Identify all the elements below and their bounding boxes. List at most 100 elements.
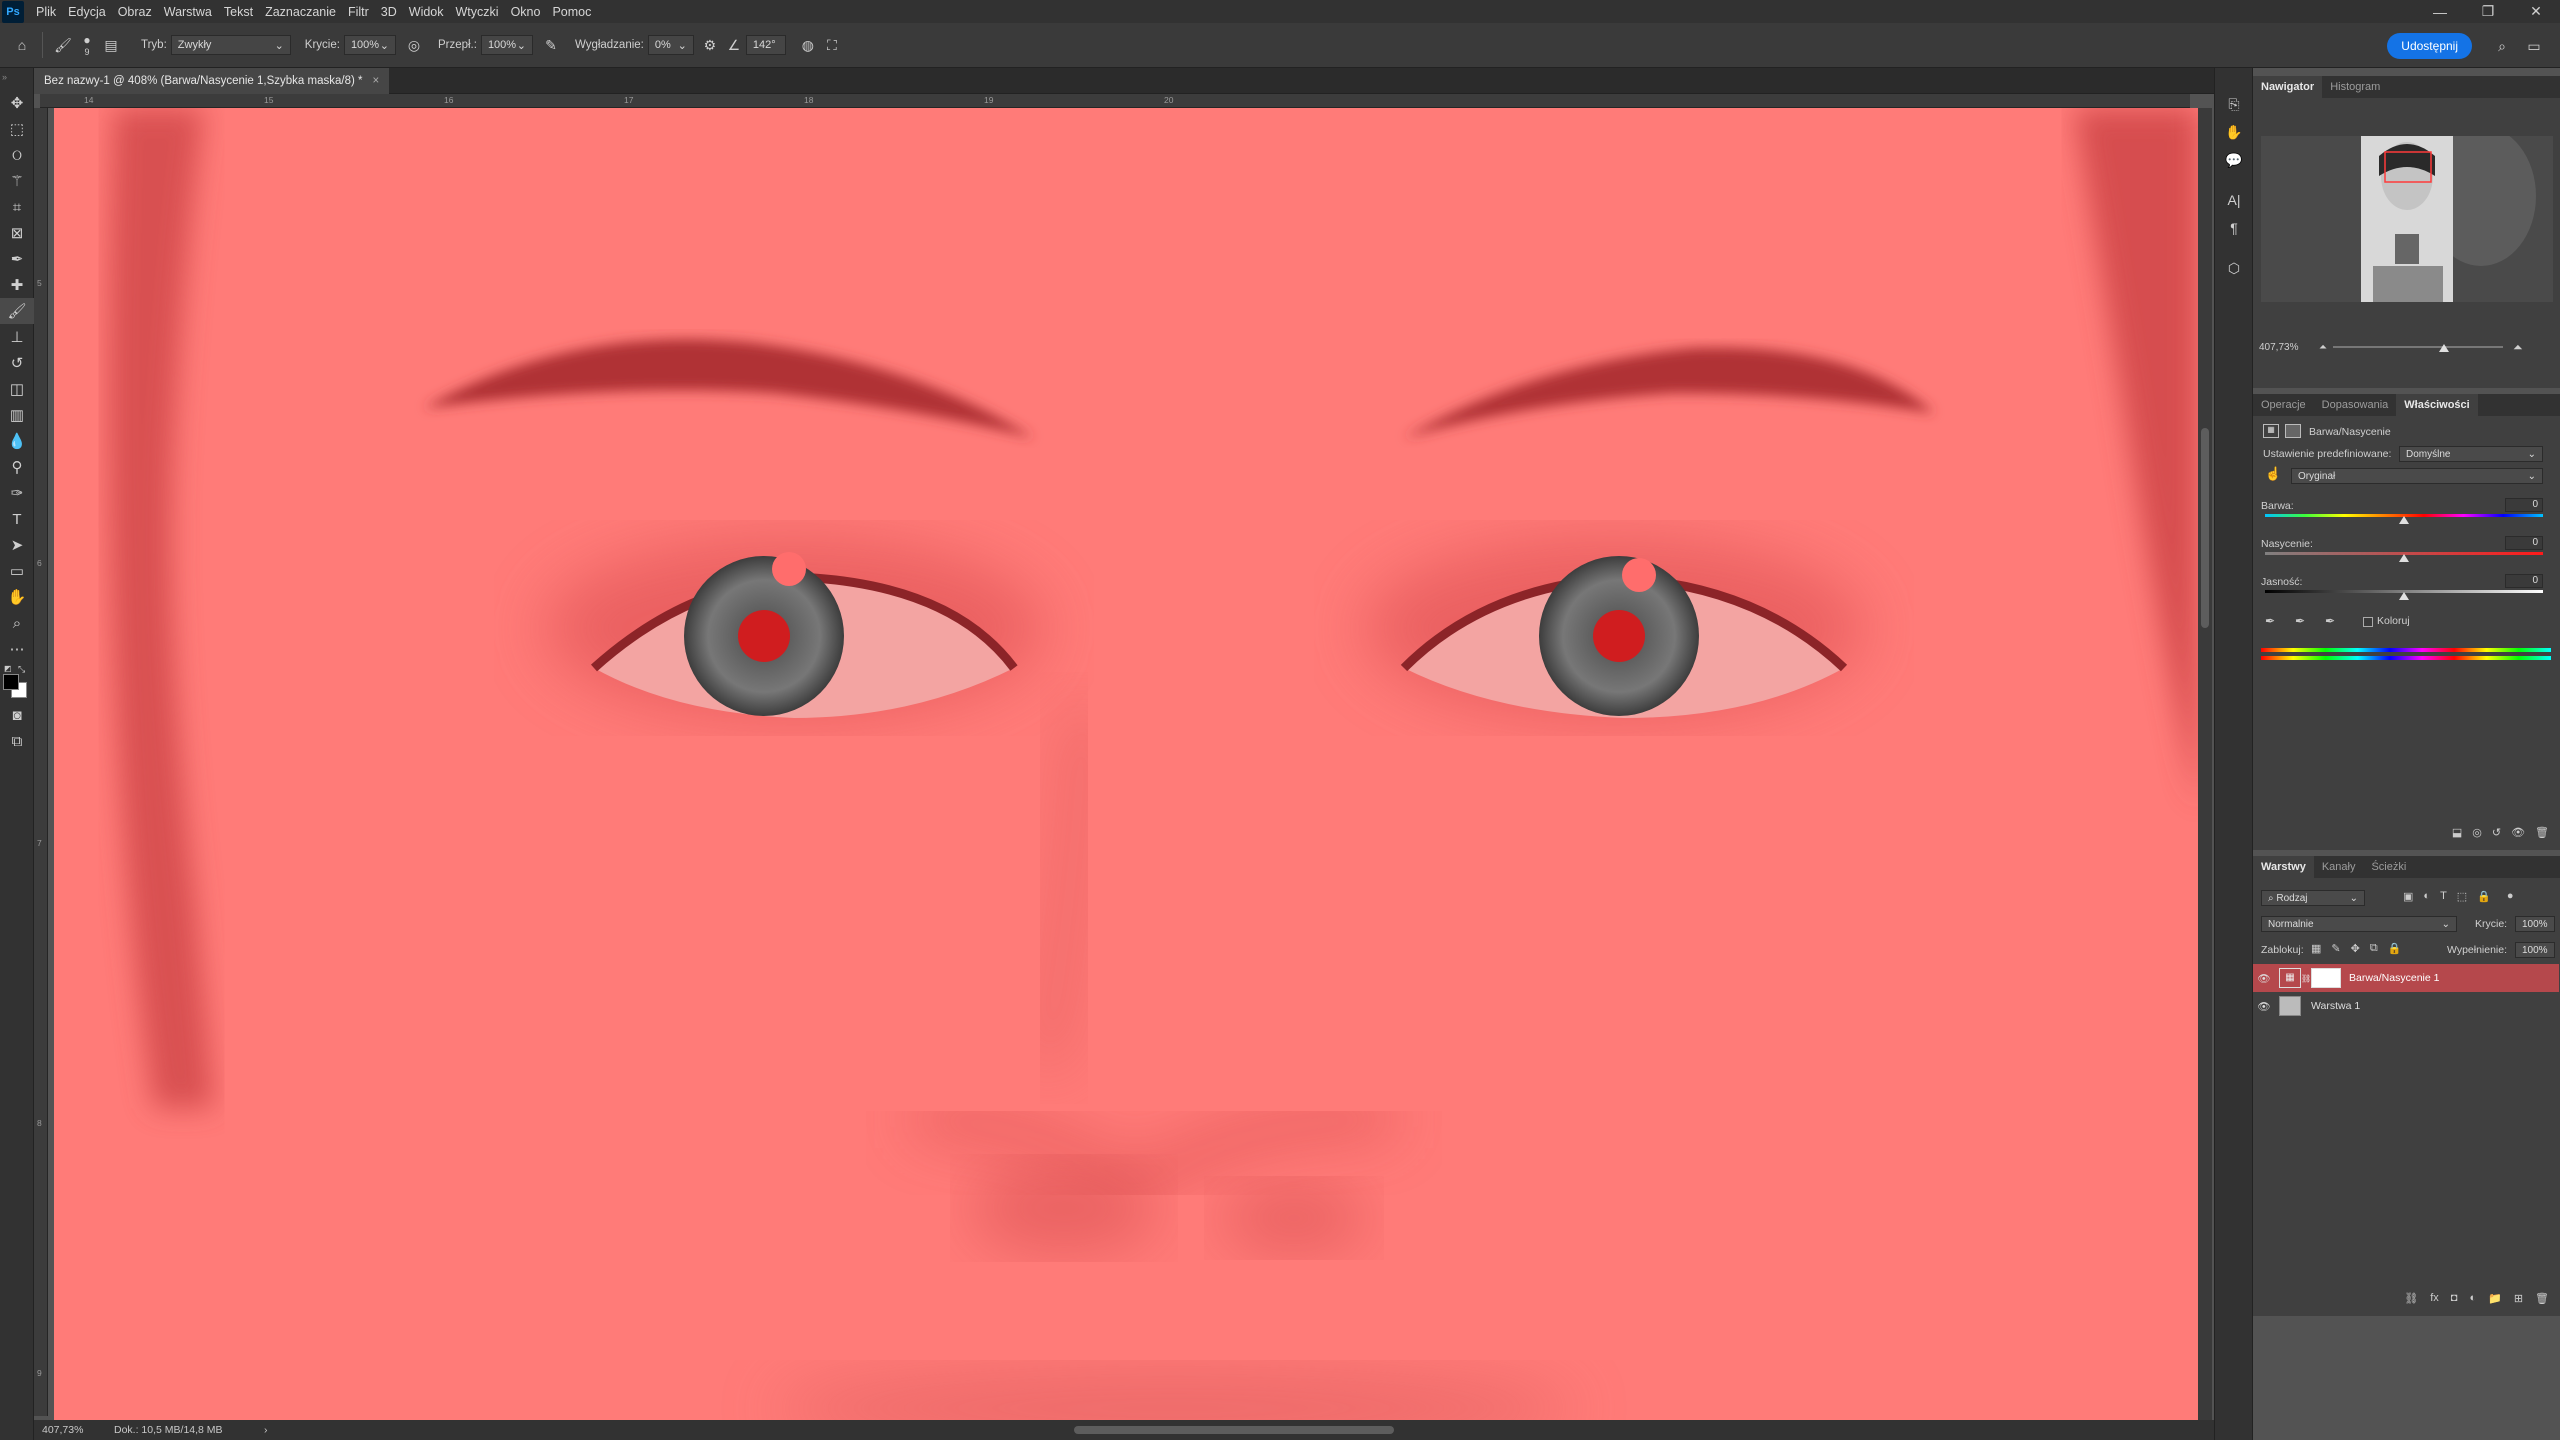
learn-panel-icon[interactable]: ✋ bbox=[2215, 118, 2253, 146]
more-tools-icon[interactable]: ⋯ bbox=[0, 636, 34, 662]
channel-select[interactable]: Oryginał ⌄ bbox=[2291, 468, 2543, 484]
color-swatches[interactable]: ◩ ⤡ bbox=[0, 662, 33, 702]
paragraph-panel-icon[interactable]: ¶ bbox=[2215, 214, 2253, 242]
angle-field[interactable]: 142° bbox=[745, 35, 786, 55]
targeted-adjustment-hand-icon[interactable]: ☝ bbox=[2265, 466, 2281, 482]
path-selection-tool-icon[interactable]: ➤ bbox=[0, 532, 34, 558]
eyedropper-plus-icon[interactable]: ✒ bbox=[2295, 614, 2305, 628]
character-panel-icon[interactable]: A| bbox=[2215, 186, 2253, 214]
move-tool-icon[interactable]: ✥ bbox=[0, 90, 34, 116]
lock-all-icon[interactable]: 🔒 bbox=[2388, 942, 2402, 955]
mode-select[interactable]: Zwykły ⌄ bbox=[170, 35, 291, 55]
lock-pixels-icon[interactable]: ✎ bbox=[2331, 942, 2340, 955]
default-colors-icon[interactable]: ◩ bbox=[4, 664, 12, 673]
tab-actions[interactable]: Operacje bbox=[2253, 394, 2314, 416]
zoom-out-icon[interactable]: ⏶ bbox=[2319, 342, 2327, 353]
filter-type-icon[interactable]: T bbox=[2440, 890, 2447, 903]
preset-select[interactable]: Domyślne ⌄ bbox=[2399, 446, 2543, 462]
delete-layer-icon[interactable]: 🗑 bbox=[2535, 1292, 2549, 1314]
tab-properties[interactable]: Właściwości bbox=[2396, 394, 2478, 416]
navigator-zoom-value[interactable]: 407,73% bbox=[2259, 342, 2319, 353]
menu-item-5[interactable]: Zaznaczanie bbox=[259, 5, 342, 19]
brush-settings-icon[interactable]: ▤ bbox=[99, 33, 123, 57]
filter-shape-icon[interactable]: ⬚ bbox=[2457, 890, 2467, 903]
minimize-icon[interactable]: — bbox=[2416, 0, 2464, 23]
layer-visibility-eye-icon[interactable]: 👁 bbox=[2253, 972, 2275, 985]
layer-name[interactable]: Barwa/Nasycenie 1 bbox=[2349, 972, 2439, 984]
blend-mode-select[interactable]: Normalnie ⌄ bbox=[2261, 916, 2457, 932]
toolbar-collapse-icon[interactable]: » bbox=[0, 68, 33, 90]
tab-histogram[interactable]: Histogram bbox=[2322, 76, 2388, 98]
hue-slider-thumb[interactable] bbox=[2399, 516, 2409, 524]
share-button[interactable]: Udostępnij bbox=[2387, 33, 2472, 59]
quick-mask-icon[interactable]: ◙ bbox=[0, 702, 34, 728]
menu-item-2[interactable]: Obraz bbox=[112, 5, 158, 19]
lock-artboard-icon[interactable]: ⧉ bbox=[2370, 942, 2378, 955]
eraser-tool-icon[interactable]: ◫ bbox=[0, 376, 34, 402]
menu-item-3[interactable]: Warstwa bbox=[158, 5, 218, 19]
layer-row-layer-1[interactable]: 👁 Warstwa 1 bbox=[2253, 992, 2559, 1020]
layer-visibility-eye-icon[interactable]: 👁 bbox=[2253, 1000, 2275, 1013]
brush-preset-picker[interactable]: ● 9 bbox=[75, 33, 99, 57]
swap-colors-icon[interactable]: ⤡ bbox=[18, 664, 25, 675]
crop-tool-icon[interactable]: ⌗ bbox=[0, 194, 34, 220]
pressure-size-icon[interactable]: ◍ bbox=[796, 33, 820, 57]
menu-item-8[interactable]: Widok bbox=[403, 5, 450, 19]
workspace-icon[interactable]: ▭ bbox=[2522, 34, 2546, 58]
opacity-field[interactable]: 100% ⌄ bbox=[343, 35, 396, 55]
foreground-color-swatch[interactable] bbox=[3, 674, 19, 690]
saturation-slider-thumb[interactable] bbox=[2399, 554, 2409, 562]
zoom-tool-icon[interactable]: ⌕ bbox=[0, 610, 34, 636]
frame-tool-icon[interactable]: ⊠ bbox=[0, 220, 34, 246]
restore-icon[interactable]: ❐ bbox=[2464, 0, 2512, 23]
eyedropper-icon[interactable]: ✒ bbox=[2265, 614, 2275, 628]
brush-tool-icon[interactable]: 🖌 bbox=[51, 33, 75, 57]
clip-to-layer-icon[interactable]: ⬓ bbox=[2452, 826, 2462, 848]
vertical-scrollbar[interactable] bbox=[2198, 108, 2212, 1420]
layer-row-hue-saturation[interactable]: 👁 ▦ ⛓ Barwa/Nasycenie 1 bbox=[2253, 964, 2559, 992]
layer-mask-thumbnail[interactable] bbox=[2311, 968, 2341, 988]
dodge-tool-icon[interactable]: ⚲ bbox=[0, 454, 34, 480]
add-mask-icon[interactable]: ◘ bbox=[2451, 1292, 2458, 1314]
view-previous-state-icon[interactable]: ◎ bbox=[2472, 826, 2482, 848]
3d-panel-icon[interactable]: ⬡ bbox=[2215, 254, 2253, 282]
lasso-tool-icon[interactable]: ଠ bbox=[0, 142, 34, 168]
image-canvas[interactable] bbox=[54, 108, 2198, 1420]
menu-item-1[interactable]: Edycja bbox=[62, 5, 112, 19]
rectangle-tool-icon[interactable]: ▭ bbox=[0, 558, 34, 584]
menu-item-7[interactable]: 3D bbox=[375, 5, 403, 19]
navigator-zoom-slider[interactable] bbox=[2333, 340, 2503, 354]
smoothing-settings-gear-icon[interactable]: ⚙ bbox=[698, 33, 722, 57]
delete-adjustment-icon[interactable]: 🗑 bbox=[2535, 826, 2549, 848]
eyedropper-tool-icon[interactable]: ✒ bbox=[0, 246, 34, 272]
link-layers-icon[interactable]: ⛓ bbox=[2404, 1292, 2418, 1314]
new-adjustment-layer-icon[interactable]: ◐ bbox=[2469, 1292, 2476, 1314]
lightness-slider-thumb[interactable] bbox=[2399, 592, 2409, 600]
document-tab[interactable]: Bez nazwy-1 @ 408% (Barwa/Nasycenie 1,Sz… bbox=[34, 68, 390, 94]
photoshop-logo[interactable]: Ps bbox=[2, 0, 24, 23]
lightness-value[interactable]: 0 bbox=[2505, 574, 2543, 588]
colorize-checkbox[interactable] bbox=[2363, 617, 2373, 627]
filter-pixel-icon[interactable]: ▣ bbox=[2403, 890, 2413, 903]
blur-tool-icon[interactable]: 💧 bbox=[0, 428, 34, 454]
reset-adjustment-icon[interactable]: ↺ bbox=[2492, 826, 2501, 848]
menu-item-6[interactable]: Filtr bbox=[342, 5, 375, 19]
new-group-icon[interactable]: 📁 bbox=[2488, 1292, 2502, 1314]
status-zoom[interactable]: 407,73% bbox=[42, 1424, 114, 1436]
pressure-opacity-icon[interactable]: ◎ bbox=[402, 33, 426, 57]
brush-tool-icon[interactable]: 🖌 bbox=[0, 298, 34, 324]
hue-value[interactable]: 0 bbox=[2505, 498, 2543, 512]
clone-stamp-tool-icon[interactable]: ⊥ bbox=[0, 324, 34, 350]
menu-item-0[interactable]: Plik bbox=[30, 5, 62, 19]
layer-opacity-field[interactable]: 100% bbox=[2515, 916, 2555, 932]
type-tool-icon[interactable]: T bbox=[0, 506, 34, 532]
mask-properties-icon[interactable] bbox=[2285, 424, 2301, 438]
tab-navigator[interactable]: Nawigator bbox=[2253, 76, 2323, 98]
tab-layers[interactable]: Warstwy bbox=[2253, 856, 2314, 878]
smoothing-field[interactable]: 0% ⌄ bbox=[647, 35, 694, 55]
close-tab-icon[interactable]: × bbox=[372, 75, 379, 87]
layer-name[interactable]: Warstwa 1 bbox=[2311, 1000, 2360, 1012]
lock-transparent-icon[interactable]: ▦ bbox=[2311, 942, 2321, 955]
flow-field[interactable]: 100% ⌄ bbox=[480, 35, 533, 55]
comments-panel-icon[interactable]: 💬 bbox=[2215, 146, 2253, 174]
